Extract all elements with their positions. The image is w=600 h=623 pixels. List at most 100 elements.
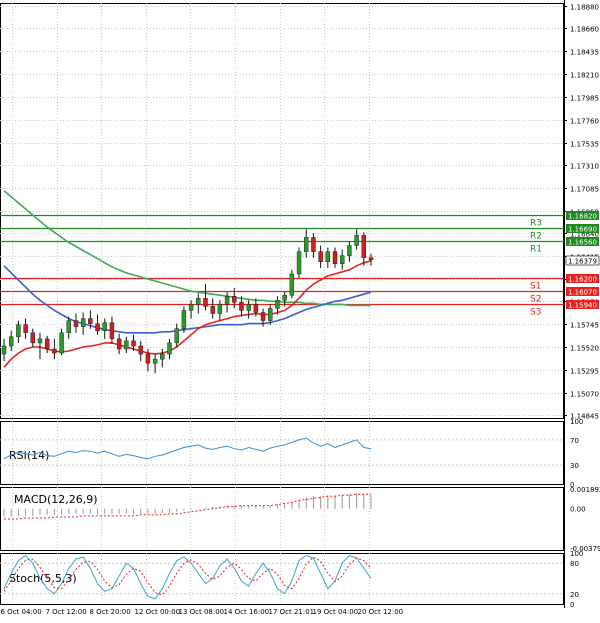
candle-bull [124, 340, 129, 350]
y-tick-label: 1.17310 [570, 163, 599, 171]
stoch-tick-label: 100 [570, 550, 583, 558]
y-tick-label: 1.15520 [570, 345, 599, 353]
rsi-label: RSI(14) [9, 449, 49, 462]
y-tick-label: 1.17760 [570, 118, 599, 126]
candle-bear [239, 302, 244, 311]
candle-bull [354, 235, 359, 246]
candle-bull [282, 295, 287, 301]
candle-bear [131, 340, 136, 347]
candle-bull [160, 353, 165, 360]
candle-bull [296, 251, 302, 275]
stoch-tick-label: 20 [570, 591, 579, 599]
candle-bull [152, 358, 158, 364]
candle-bear [311, 237, 316, 252]
level-label-r1: R1 [530, 245, 542, 255]
time-axis: 6 Oct 04:00 7 Oct 12:00 8 Oct 20:00 12 Oct … [1, 608, 404, 616]
y-tick-label: 1.17085 [570, 186, 599, 194]
candle-bear [109, 322, 115, 340]
x-tick-label: 13 Oct 08:00 [179, 608, 225, 616]
candle-bull [347, 245, 352, 256]
rsi-tick-label: 70 [570, 437, 579, 445]
x-tick-label: 19 Oct 04:00 [313, 608, 359, 616]
candle-bear [73, 320, 79, 327]
candle-bear [88, 318, 93, 324]
candle-bear [318, 251, 323, 262]
rsi-tick-label: 100 [570, 418, 583, 426]
candle-bear [30, 332, 35, 344]
candle-bear [332, 251, 338, 264]
x-tick-label: 20 Oct 12:00 [358, 608, 404, 616]
x-tick-label: 8 Oct 20:00 [90, 608, 131, 616]
level-value-label: 1.16560 [568, 239, 597, 247]
candle-bull [246, 304, 251, 311]
candle-bear [253, 304, 259, 313]
level-value-label: 1.16820 [568, 213, 597, 221]
level-label-s1: S1 [530, 282, 541, 292]
y-tick-label: 1.18880 [570, 4, 599, 12]
candle-bull [268, 308, 273, 321]
y-tick-label: 1.15070 [570, 391, 599, 399]
candle-bear [368, 257, 374, 260]
y-tick-label: 1.15295 [570, 368, 599, 376]
y-tick-label: 1.18435 [570, 49, 599, 57]
y-tick-label: 1.15745 [570, 322, 599, 330]
level-label-r2: R2 [530, 232, 542, 242]
candle-bear [232, 296, 237, 303]
candle-bull [304, 237, 309, 252]
level-value-label: 1.15940 [568, 302, 597, 310]
candle-bull [224, 296, 230, 305]
candle-bull [217, 304, 223, 314]
candle-bear [23, 324, 28, 333]
candle-bull [181, 310, 187, 329]
candle-bull [1, 345, 7, 355]
candle-bear [116, 338, 122, 350]
candle-bull [59, 332, 64, 354]
y-tick-label: 1.17535 [570, 141, 599, 149]
candle-bull [102, 322, 107, 331]
y-tick-label: 1.18660 [570, 26, 599, 34]
candle-bull [340, 255, 345, 264]
candle-bear [260, 312, 266, 321]
candle-bull [325, 251, 331, 262]
candle-bear [95, 323, 100, 331]
forex-chart: R3R2R1S1S2S3 RSI(14) MACD(12,26,9) Stoch… [0, 0, 600, 623]
level-value-label: 1.16690 [568, 226, 597, 234]
level-label-r3: R3 [530, 219, 542, 229]
candle-bull [8, 336, 14, 347]
candle-bull [37, 338, 43, 344]
candle-bull [66, 320, 71, 333]
candle-bull [167, 342, 172, 355]
candle-bear [145, 353, 151, 364]
x-tick-label: 17 Oct 21:01 [269, 608, 315, 616]
candle-bull [174, 328, 179, 344]
candle-bear [52, 348, 57, 354]
candle-bear [44, 338, 50, 350]
candle-bull [275, 300, 280, 309]
level-value-label: 1.16200 [568, 276, 597, 284]
level-label-s2: S2 [530, 295, 541, 305]
y-tick-label: 1.18210 [570, 72, 599, 80]
x-tick-label: 7 Oct 12:00 [46, 608, 87, 616]
candle-bull [188, 304, 194, 311]
candle-bull [16, 324, 21, 338]
rsi-tick-label: 30 [570, 462, 579, 470]
level-label-s3: S3 [530, 308, 541, 318]
candle-bear [138, 345, 143, 355]
candle-bear [361, 235, 367, 258]
candle-bear [210, 306, 215, 314]
x-tick-label: 14 Oct 16:00 [224, 608, 270, 616]
current-price-label: 1.16379 [568, 258, 597, 266]
level-value-label: 1.16070 [568, 289, 597, 297]
macd-label: MACD(12,26,9) [14, 493, 98, 506]
stoch-tick-label: 80 [570, 560, 579, 568]
macd-tick-label: 0.00 [570, 506, 586, 514]
macd-tick-label: 0.001892 [570, 486, 600, 494]
candle-bull [289, 273, 295, 296]
candle-bull [80, 318, 86, 327]
candle-bear [203, 298, 208, 307]
x-tick-label: 6 Oct 04:00 [1, 608, 42, 616]
stoch-tick-label: 0 [570, 601, 574, 609]
x-tick-label: 12 Oct 00:00 [135, 608, 181, 616]
y-tick-label: 1.17985 [570, 95, 599, 103]
candle-bull [196, 298, 201, 305]
